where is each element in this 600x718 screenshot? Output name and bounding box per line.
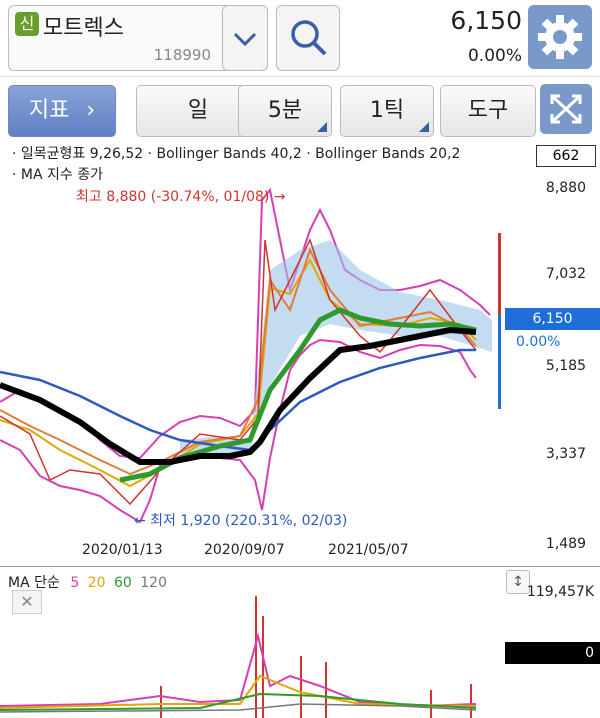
legend-line-1: · 일목균형표 9,26,52 · Bollinger Bands 40,2 ·… <box>12 146 461 162</box>
change-percent: 0.00% <box>467 46 522 66</box>
current-price: 6,150 <box>450 6 522 35</box>
minute-button[interactable]: 5분 <box>238 85 332 137</box>
gear-icon <box>538 15 582 59</box>
minute-label: 5분 <box>267 98 303 123</box>
ma-blue-line <box>0 348 476 452</box>
y-tick-label: 5,185 <box>545 358 586 374</box>
y-tick-label: 3,337 <box>545 446 586 462</box>
x-tick-label: 2021/05/07 <box>328 542 409 558</box>
y-tick-label: 1,489 <box>545 536 586 552</box>
tick-label: 1틱 <box>369 98 405 123</box>
indicator-legend: · 일목균형표 9,26,52 · Bollinger Bands 40,2 ·… <box>12 144 460 186</box>
stock-dropdown-button[interactable] <box>222 5 268 71</box>
expand-button[interactable] <box>540 84 592 134</box>
settings-button[interactable] <box>528 5 592 69</box>
high-annotation: 최고 8,880 (-30.74%, 01/08) → <box>76 189 286 205</box>
current-pct-marker: 0.00% <box>516 334 561 350</box>
volume-ma-20: 20 <box>87 575 106 591</box>
scroll-icon: ↕ <box>512 574 524 590</box>
bollinger-band-lower <box>0 338 477 524</box>
tools-button[interactable]: 도구 <box>440 85 536 137</box>
search-icon <box>291 20 327 56</box>
volume-legend: MA 단순 5 20 60 120 <box>8 572 167 592</box>
volume-ma-5: 5 <box>70 575 80 591</box>
volume-ma-60: 60 <box>113 575 132 591</box>
volume-ma-120: 120 <box>140 575 167 591</box>
x-tick-label: 2020/09/07 <box>204 542 285 558</box>
close-volume-button[interactable]: ✕ <box>12 590 42 614</box>
volume-bars <box>160 596 472 718</box>
chevron-down-icon <box>233 32 257 47</box>
low-annotation: ← 최저 1,920 (220.31%, 02/03) <box>134 513 348 529</box>
stock-code: 118990 <box>153 46 211 64</box>
indicator-label: 지표 <box>28 98 70 123</box>
legend-value-box: 662 <box>536 145 596 167</box>
stock-name: 모트렉스 <box>43 16 124 41</box>
x-tick-label: 2020/01/13 <box>82 542 163 558</box>
period-label: 일 <box>187 98 209 123</box>
top-bar: 신 모트렉스 118990 6,150 0.00% <box>0 0 600 76</box>
close-icon: ✕ <box>20 592 34 611</box>
y-tick-label: 8,880 <box>545 180 586 196</box>
indicator-button[interactable]: 지표 › <box>8 85 116 137</box>
tick-button[interactable]: 1틱 <box>340 85 434 137</box>
current-price-marker: 6,150 <box>505 308 600 330</box>
volume-legend-title: MA 단순 <box>8 575 60 591</box>
y-tick-label: 7,032 <box>545 266 586 282</box>
price-range-bars <box>498 233 501 409</box>
search-button[interactable] <box>276 5 340 71</box>
volume-zero-label: 0 <box>505 642 600 664</box>
volume-ma-lines <box>0 632 477 713</box>
legend-line-2: · MA 지수 종가 <box>12 167 103 183</box>
tools-label: 도구 <box>467 98 509 123</box>
chart-toolbar: 지표 › 일 5분 1틱 도구 <box>0 76 600 143</box>
chevron-right-icon: › <box>86 98 96 123</box>
moving-average-lines <box>0 238 477 506</box>
volume-max-label: 119,457K <box>526 584 594 600</box>
credit-badge: 신 <box>15 12 39 36</box>
expand-icon <box>550 94 582 124</box>
